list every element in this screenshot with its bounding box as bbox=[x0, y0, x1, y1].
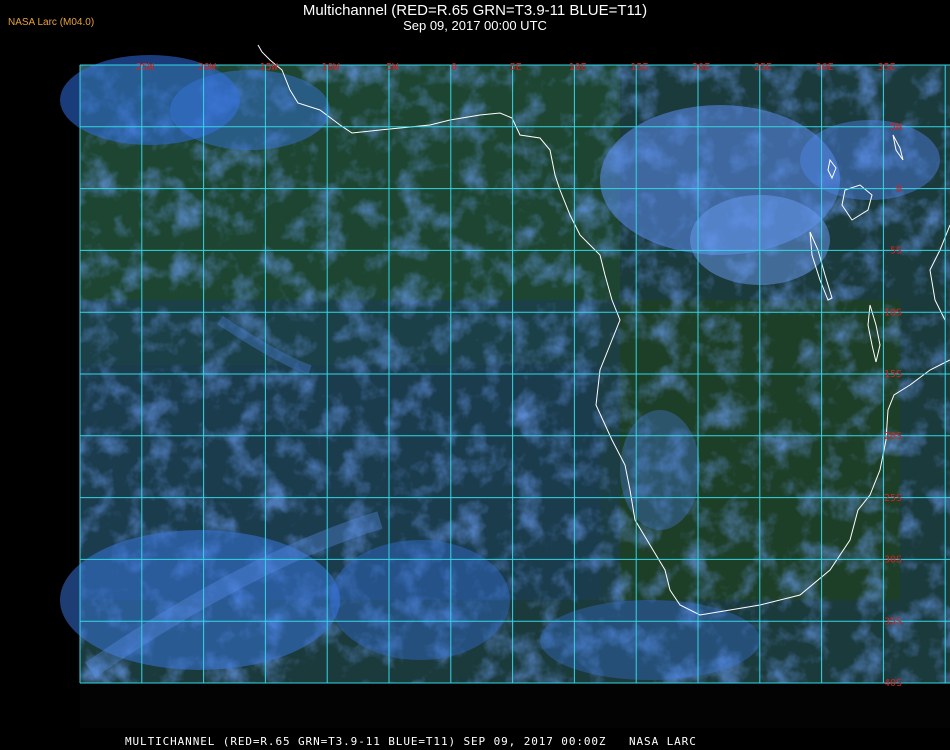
satellite-map: 25W 20W 15W 10W 5W 0 5E 10E 15E 20E 25E 30E 35E 5N 0 5S… bbox=[60, 44, 950, 728]
latitude-label: 5S bbox=[890, 246, 902, 257]
latitude-label: 15S bbox=[884, 369, 902, 380]
longitude-label: 35E bbox=[878, 62, 896, 73]
footer-caption: MULTICHANNEL (RED=R.65 GRN=T3.9-11 BLUE=… bbox=[125, 735, 697, 748]
latitude-label: 25S bbox=[884, 493, 902, 504]
cloud-mass bbox=[170, 70, 330, 150]
latitude-label: 5N bbox=[890, 122, 902, 133]
cloud-mass bbox=[620, 410, 700, 530]
longitude-label: 20E bbox=[692, 62, 710, 73]
longitude-label: 5E bbox=[510, 62, 522, 73]
latitude-label: 10S bbox=[884, 307, 902, 318]
map-bottom-margin bbox=[80, 683, 950, 728]
longitude-label: 20W bbox=[198, 62, 217, 73]
cloud-mass bbox=[330, 540, 510, 660]
longitude-label: 5W bbox=[386, 62, 399, 73]
latitude-label: 35S bbox=[884, 616, 902, 627]
latitude-label: 20S bbox=[884, 431, 902, 442]
longitude-label: 25E bbox=[754, 62, 772, 73]
cloud-mass bbox=[800, 120, 940, 200]
latitude-label: 40S bbox=[884, 678, 902, 689]
latitude-label: 30S bbox=[884, 555, 902, 566]
longitude-label: 10W bbox=[321, 62, 340, 73]
cloud-mass bbox=[540, 600, 760, 680]
longitude-label: 15W bbox=[260, 62, 279, 73]
latitude-label: 0 bbox=[896, 184, 902, 195]
longitude-label: 15E bbox=[630, 62, 648, 73]
longitude-label: 0 bbox=[451, 62, 457, 73]
longitude-label: 25W bbox=[136, 62, 155, 73]
longitude-label: 30E bbox=[816, 62, 834, 73]
longitude-label: 10E bbox=[569, 62, 587, 73]
